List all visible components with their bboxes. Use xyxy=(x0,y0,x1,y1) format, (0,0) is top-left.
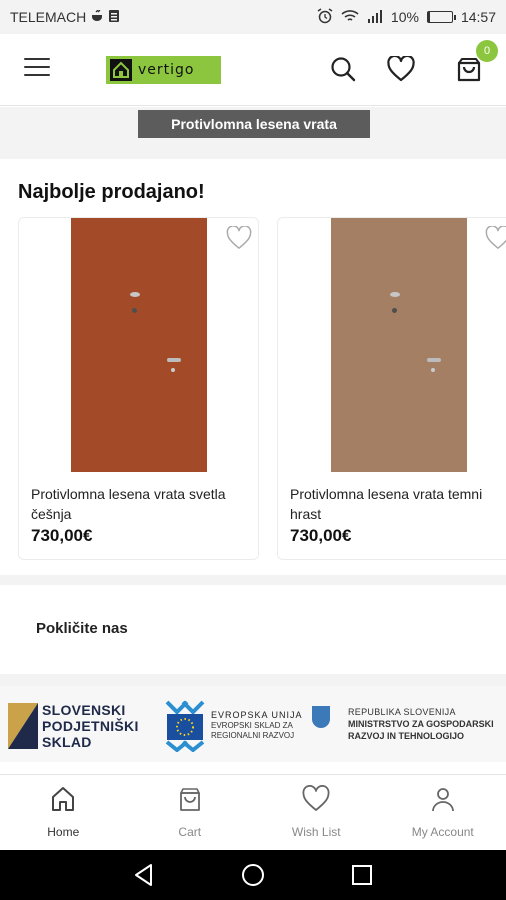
door-handle xyxy=(426,358,441,362)
product-price: 730,00€ xyxy=(290,526,352,545)
best-sellers-title: Najbolje prodajano! xyxy=(18,181,205,203)
product-card[interactable]: Protivlomna lesena vrata svetla češnja 7… xyxy=(18,217,259,560)
user-icon xyxy=(431,788,454,812)
product-name[interactable]: Protivlomna lesena vrata temni hrast xyxy=(290,484,500,524)
category-strip: Protivlomna lesena vrata xyxy=(0,107,506,159)
cart-count-badge: 0 xyxy=(476,40,498,62)
notification-icon xyxy=(90,9,104,25)
heart-icon xyxy=(387,56,415,82)
android-navigation-bar xyxy=(0,850,506,900)
ministry-line: REPUBLIKA SLOVENIJA xyxy=(348,707,456,717)
product-image[interactable] xyxy=(19,218,258,474)
bag-icon xyxy=(457,58,481,82)
door-handle xyxy=(166,358,181,362)
battery-level xyxy=(427,12,431,22)
menu-line xyxy=(24,74,50,76)
sps-name: SLOVENSKI PODJETNIŠKI SKLAD xyxy=(42,702,139,750)
ministry-line: RAZVOJ IN TEHNOLOGIJO xyxy=(348,731,465,741)
eu-line: EVROPSKA UNIJA xyxy=(211,709,303,720)
product-image[interactable] xyxy=(278,218,506,474)
nav-label: My Account xyxy=(411,825,474,839)
bottom-navigation: Home Cart Wish List My Account xyxy=(0,774,506,850)
handle-lock xyxy=(430,368,435,372)
eu-logo: EVROPSKA UNIJA EVROPSKI SKLAD ZA REGIONA… xyxy=(165,700,303,753)
product-card[interactable]: Protivlomna lesena vrata temni hrast 730… xyxy=(277,217,506,560)
wishlist-button[interactable] xyxy=(386,54,416,84)
sps-mark-icon xyxy=(8,701,40,751)
sim-icon xyxy=(108,9,120,26)
menu-line xyxy=(24,58,50,60)
nav-label: Home xyxy=(47,825,80,839)
eu-emblem-icon xyxy=(165,700,205,753)
coat-of-arms-icon xyxy=(312,706,330,728)
nav-label: Cart xyxy=(178,825,202,839)
recents-icon[interactable] xyxy=(349,862,375,888)
call-us-link[interactable]: Pokličite nas xyxy=(36,620,128,637)
nav-wishlist[interactable]: Wish List xyxy=(253,775,380,850)
nav-account[interactable]: My Account xyxy=(380,775,506,850)
heart-icon xyxy=(302,785,330,811)
clock: 14:57 xyxy=(460,9,496,25)
eu-line: REGIONALNI RAZVOJ xyxy=(211,730,295,740)
bag-icon xyxy=(179,788,200,811)
section-divider xyxy=(0,575,506,585)
vertigo-logo[interactable]: vertigo xyxy=(106,56,221,84)
signal-icon xyxy=(367,9,383,26)
peephole xyxy=(389,292,400,297)
battery-percent: 10% xyxy=(390,9,419,25)
door-panel xyxy=(336,226,461,472)
sps-line: SKLAD xyxy=(42,734,92,750)
house-logo-icon xyxy=(110,59,132,81)
status-bar: TELEMACH 10% 14:57 xyxy=(0,0,506,34)
ministry-text: REPUBLIKA SLOVENIJA MINISTRSTVO ZA GOSPO… xyxy=(348,706,494,742)
section-divider xyxy=(0,674,506,686)
handle-lock xyxy=(170,368,175,372)
search-button[interactable] xyxy=(328,54,358,84)
republic-slovenia-logo: REPUBLIKA SLOVENIJA MINISTRSTVO ZA GOSPO… xyxy=(312,706,494,742)
home-circle-icon[interactable] xyxy=(240,862,266,888)
eu-line: EVROPSKI SKLAD ZA xyxy=(211,720,293,730)
heart-icon xyxy=(485,225,506,249)
menu-button[interactable] xyxy=(24,58,50,78)
nav-cart[interactable]: Cart xyxy=(127,775,254,850)
lock xyxy=(391,308,397,313)
add-to-wishlist-button[interactable] xyxy=(485,225,506,250)
sps-line: SLOVENSKI xyxy=(42,702,126,718)
app-header: vertigo xyxy=(0,34,506,106)
lock xyxy=(131,308,137,313)
eu-text: EVROPSKA UNIJA EVROPSKI SKLAD ZA REGIONA… xyxy=(211,710,303,741)
category-banner[interactable]: Protivlomna lesena vrata xyxy=(138,110,370,138)
alarm-icon xyxy=(317,7,333,27)
add-to-wishlist-button[interactable] xyxy=(226,225,252,250)
sps-line: PODJETNIŠKI xyxy=(42,718,139,734)
menu-line xyxy=(24,66,50,68)
logo-text: vertigo xyxy=(138,62,195,78)
wifi-icon xyxy=(341,9,359,26)
battery-icon xyxy=(426,11,456,23)
ministry-line: MINISTRSTVO ZA GOSPODARSKI xyxy=(348,719,494,729)
product-name[interactable]: Protivlomna lesena vrata svetla češnja xyxy=(31,484,251,524)
sponsor-logos: SLOVENSKI PODJETNIŠKI SKLAD EVROPSKA UNI… xyxy=(0,686,506,762)
nav-label: Wish List xyxy=(291,825,341,839)
heart-icon xyxy=(226,225,252,249)
carrier-name: TELEMACH xyxy=(10,9,87,25)
home-icon xyxy=(52,787,75,811)
nav-home[interactable]: Home xyxy=(0,775,127,850)
door-image xyxy=(330,218,467,472)
product-price: 730,00€ xyxy=(31,526,93,545)
back-icon[interactable] xyxy=(131,862,157,888)
peephole xyxy=(129,292,140,297)
search-icon xyxy=(331,57,356,82)
door-image xyxy=(70,218,207,472)
sps-logo: SLOVENSKI PODJETNIŠKI SKLAD xyxy=(8,701,139,751)
door-panel xyxy=(76,226,201,472)
